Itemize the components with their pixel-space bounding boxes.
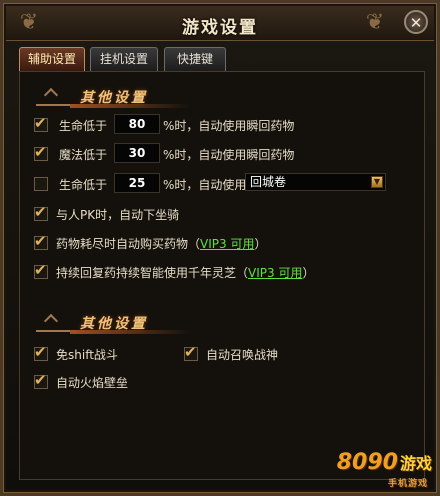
firewall-checkbox[interactable]: ✔	[34, 371, 48, 389]
no-shift-label: 免shift战斗	[56, 348, 118, 362]
mp-threshold-label: 魔法低于	[59, 148, 108, 162]
no-shift-checkbox[interactable]: ✔	[34, 343, 48, 361]
lingzhi-checkbox[interactable]: ✔	[34, 261, 48, 279]
watermark-sub: 手机游戏	[387, 479, 428, 489]
checkmark-icon: ✔	[34, 143, 47, 161]
item-select-value: 回城卷	[250, 175, 287, 189]
watermark-brand: 8090	[336, 450, 398, 475]
lingzhi-label: 持续回复药持续智能使用千年灵芝（VIP3 可用）	[56, 264, 314, 281]
checkmark-icon: ✔	[184, 343, 197, 361]
checkmark-icon: ✔	[34, 343, 47, 361]
lingzhi-text: 持续回复药持续智能使用千年灵芝	[56, 266, 237, 280]
mp-threshold-checkbox[interactable]: ✔	[34, 143, 48, 161]
settings-panel: 其他设置 ✔ 生命低于 80 %时，自动使用瞬回药物 ✔ 魔法低于 30 %时，…	[19, 71, 425, 480]
tab-auto-hunt-settings[interactable]: 挂机设置	[90, 47, 158, 71]
no-shift-row: ✔ 免shift战斗	[34, 343, 184, 365]
summon-label: 自动召唤战神	[206, 348, 279, 362]
close-icon[interactable]: ✕	[404, 10, 428, 34]
watermark-logo: 8090 游戏 手机游戏	[337, 450, 432, 490]
checkmark-icon: ✔	[34, 114, 47, 132]
firewall-label: 自动火焰壁垒	[56, 376, 129, 390]
hp-threshold-checkbox[interactable]: ✔	[34, 114, 48, 132]
watermark-suffix: 游戏	[399, 454, 432, 473]
scroll-threshold-suffix: %时，自动使用	[163, 178, 247, 192]
summon-checkbox[interactable]: ✔	[184, 343, 198, 361]
hp-threshold-row: ✔ 生命低于 80 %时，自动使用瞬回药物	[34, 114, 414, 136]
mp-threshold-row: ✔ 魔法低于 30 %时，自动使用瞬回药物	[34, 143, 414, 165]
title-bar: ❦ 游戏设置 ❦ ✕	[6, 6, 434, 41]
scroll-threshold-checkbox[interactable]	[34, 177, 48, 191]
auto-buy-text: 药物耗尽时自动购买药物	[56, 237, 189, 251]
mp-threshold-input[interactable]: 30	[114, 143, 160, 163]
checkmark-icon: ✔	[34, 371, 47, 389]
item-select-dropdown[interactable]: 回城卷 ▼	[245, 173, 386, 191]
scroll-threshold-input[interactable]: 25	[114, 173, 160, 193]
auto-buy-label: 药物耗尽时自动购买药物（VIP3 可用）	[56, 235, 266, 252]
checkmark-icon: ✔	[34, 232, 47, 250]
paren-open: （	[236, 266, 249, 280]
mp-threshold-suffix: %时，自动使用瞬回药物	[163, 148, 295, 162]
tab-assist-settings[interactable]: 辅助设置	[19, 47, 85, 71]
pk-dismount-label: 与人PK时，自动下坐骑	[56, 208, 180, 222]
paren-open: （	[188, 237, 201, 251]
section-underline	[70, 330, 190, 334]
section-underline	[70, 104, 190, 108]
auto-buy-row: ✔ 药物耗尽时自动购买药物（VIP3 可用）	[34, 232, 414, 254]
dropdown-arrow-icon[interactable]: ▼	[371, 176, 383, 188]
hp-threshold-suffix: %时，自动使用瞬回药物	[163, 119, 295, 133]
tab-hotkeys[interactable]: 快捷键	[164, 47, 226, 71]
auto-buy-checkbox[interactable]: ✔	[34, 232, 48, 250]
vip3-link[interactable]: VIP3 可用	[200, 237, 254, 251]
checkmark-icon: ✔	[34, 261, 47, 279]
firewall-row: ✔ 自动火焰壁垒	[34, 371, 184, 393]
paren-close: ）	[254, 237, 267, 251]
lingzhi-row: ✔ 持续回复药持续智能使用千年灵芝（VIP3 可用）	[34, 261, 414, 283]
scroll-threshold-label: 生命低于	[59, 178, 108, 192]
pk-dismount-checkbox[interactable]: ✔	[34, 203, 48, 221]
vip3-link[interactable]: VIP3 可用	[248, 266, 302, 280]
checkmark-icon: ✔	[34, 203, 47, 221]
summon-row: ✔ 自动召唤战神	[184, 343, 344, 365]
hp-threshold-input[interactable]: 80	[114, 114, 160, 134]
scroll-threshold-row: 生命低于 25 %时，自动使用 回城卷 ▼	[34, 173, 414, 195]
pk-dismount-row: ✔ 与人PK时，自动下坐骑	[34, 203, 414, 225]
paren-close: ）	[302, 266, 315, 280]
corner-ornament-right-icon: ❦	[365, 10, 385, 35]
hp-threshold-label: 生命低于	[59, 119, 108, 133]
section-header-other-settings-2: 其他设置	[36, 312, 236, 336]
section-header-other-settings: 其他设置	[36, 86, 236, 110]
